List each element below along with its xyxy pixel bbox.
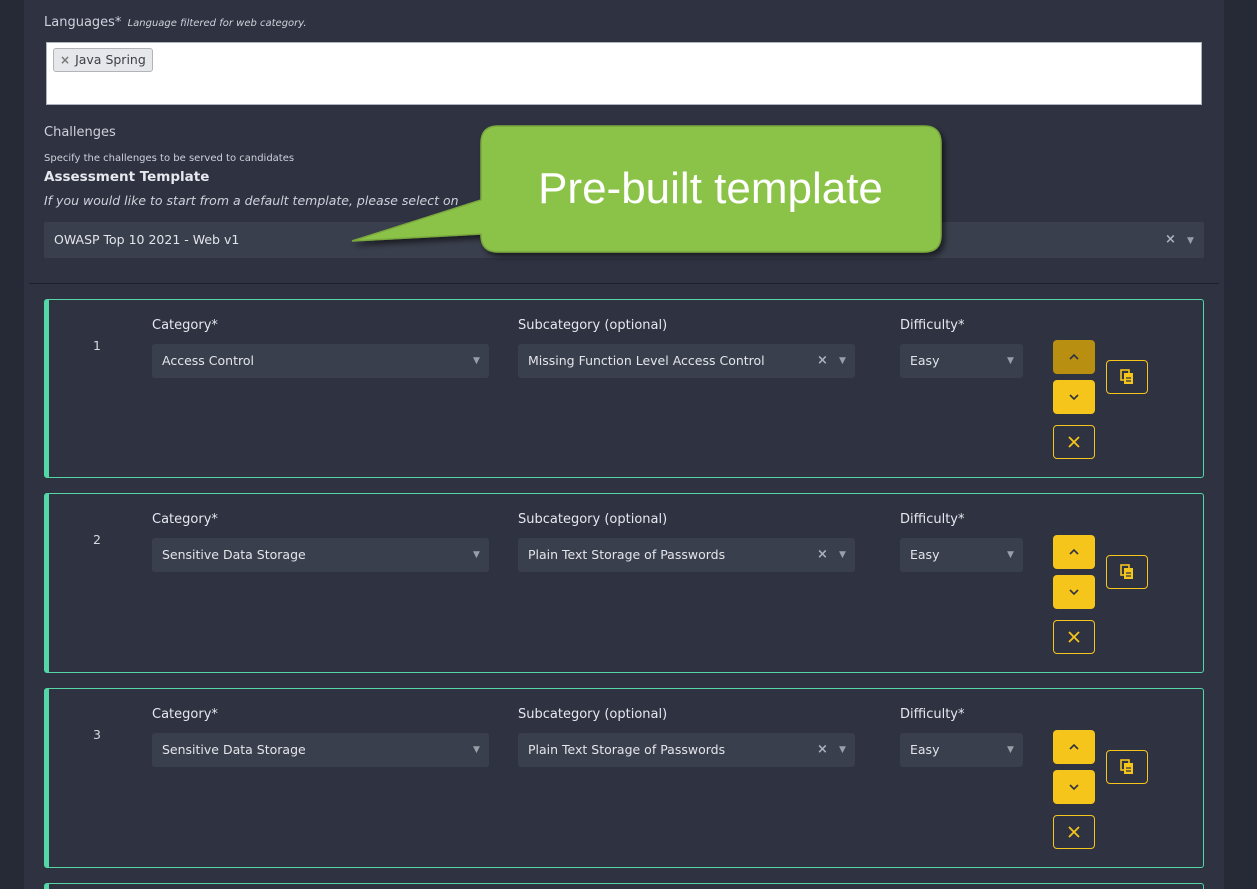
chevron-down-icon[interactable]: ▼ [473,538,480,572]
difficulty-value: Easy [910,353,940,368]
category-select[interactable]: Access Control ▼ [152,344,489,378]
close-icon [1068,826,1080,838]
language-chip: × Java Spring [53,48,153,72]
subcategory-value: Plain Text Storage of Passwords [528,742,726,757]
move-up-button[interactable] [1053,730,1095,764]
challenge-row: 2 Category* Sensitive Data Storage ▼ Sub… [44,493,1204,673]
languages-label: Languages* Language filtered for web cat… [44,15,307,30]
subcategory-select[interactable]: Plain Text Storage of Passwords × ▼ [518,733,855,767]
chevron-down-icon[interactable]: ▼ [839,733,846,767]
copy-icon [1120,759,1133,774]
category-select[interactable]: Sensitive Data Storage ▼ [152,538,489,572]
remove-button[interactable] [1053,620,1095,654]
row-number: 2 [93,532,101,547]
category-value: Sensitive Data Storage [162,742,306,757]
subcategory-label: Subcategory (optional) [518,707,668,722]
remove-button[interactable] [1053,815,1095,849]
subcategory-select[interactable]: Plain Text Storage of Passwords × ▼ [518,538,855,572]
challenge-row-partial [44,883,1204,889]
move-up-button[interactable] [1053,535,1095,569]
close-icon [1068,436,1080,448]
duplicate-button[interactable] [1106,750,1148,784]
move-down-button[interactable] [1053,575,1095,609]
move-up-button[interactable] [1053,340,1095,374]
chip-remove-icon[interactable]: × [60,53,70,67]
remove-button[interactable] [1053,425,1095,459]
move-down-button[interactable] [1053,770,1095,804]
subcategory-label: Subcategory (optional) [518,318,668,333]
difficulty-select[interactable]: Easy ▼ [900,538,1023,572]
duplicate-button[interactable] [1106,555,1148,589]
template-select-value: OWASP Top 10 2021 - Web v1 [54,232,240,247]
chevron-down-icon [1069,784,1079,791]
move-down-button[interactable] [1053,380,1095,414]
close-icon [1068,631,1080,643]
challenges-title: Challenges [44,125,116,140]
languages-multiselect[interactable]: × Java Spring [46,42,1202,105]
row-number: 1 [93,338,101,353]
subcategory-clear-icon[interactable]: × [817,538,828,572]
subcategory-value: Missing Function Level Access Control [528,353,765,368]
divider [29,283,1219,284]
category-value: Sensitive Data Storage [162,547,306,562]
subcategory-clear-icon[interactable]: × [817,344,828,378]
chevron-down-icon [1069,394,1079,401]
chevron-up-icon [1069,353,1079,360]
challenges-subtitle: Specify the challenges to be served to c… [44,153,295,164]
chevron-down-icon[interactable]: ▼ [1007,733,1014,767]
chevron-up-icon [1069,548,1079,555]
copy-icon [1120,369,1133,384]
category-label: Category* [152,318,218,333]
category-label: Category* [152,512,218,527]
difficulty-select[interactable]: Easy ▼ [900,344,1023,378]
difficulty-value: Easy [910,547,940,562]
callout-text: Pre-built template [538,163,883,213]
language-chip-label: Java Spring [75,52,146,67]
challenge-row: 3 Category* Sensitive Data Storage ▼ Sub… [44,688,1204,868]
difficulty-label: Difficulty* [900,512,965,527]
subcategory-clear-icon[interactable]: × [817,733,828,767]
difficulty-label: Difficulty* [900,707,965,722]
chevron-down-icon[interactable]: ▼ [839,538,846,572]
languages-note: Language filtered for web category. [127,18,307,29]
category-label: Category* [152,707,218,722]
chevron-up-icon [1069,743,1079,750]
assessment-template-title: Assessment Template [44,169,210,185]
chevron-down-icon[interactable]: ▼ [473,733,480,767]
chevron-down-icon [1069,589,1079,596]
subcategory-select[interactable]: Missing Function Level Access Control × … [518,344,855,378]
category-value: Access Control [162,353,254,368]
chevron-down-icon[interactable]: ▼ [1007,344,1014,378]
chevron-down-icon[interactable]: ▼ [839,344,846,378]
duplicate-button[interactable] [1106,360,1148,394]
copy-icon [1120,564,1133,579]
difficulty-label: Difficulty* [900,318,965,333]
chevron-down-icon[interactable]: ▼ [1007,538,1014,572]
chevron-down-icon[interactable]: ▼ [1187,223,1194,259]
subcategory-label: Subcategory (optional) [518,512,668,527]
subcategory-value: Plain Text Storage of Passwords [528,547,726,562]
difficulty-select[interactable]: Easy ▼ [900,733,1023,767]
chevron-down-icon[interactable]: ▼ [473,344,480,378]
challenge-row: 1 Category* Access Control ▼ Subcategory… [44,299,1204,478]
category-select[interactable]: Sensitive Data Storage ▼ [152,733,489,767]
difficulty-value: Easy [910,742,940,757]
row-number: 3 [93,727,101,742]
languages-label-text: Languages* [44,15,122,30]
template-clear-icon[interactable]: × [1165,222,1176,258]
